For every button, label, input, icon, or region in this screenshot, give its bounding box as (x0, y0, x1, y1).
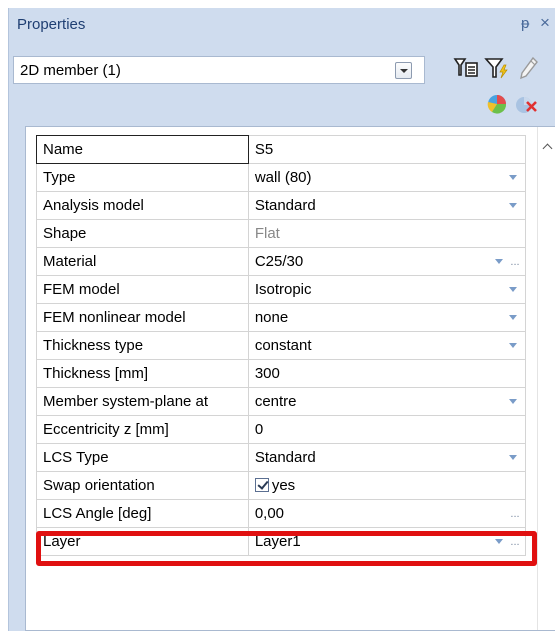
property-row-thickness[interactable]: Thickness [mm] 300 (36, 359, 527, 388)
property-row-lcs-type[interactable]: LCS Type Standard (36, 443, 527, 472)
dropdown-arrow-icon[interactable] (395, 62, 412, 79)
checkbox[interactable] (254, 478, 269, 492)
property-value[interactable]: Isotropic (247, 275, 527, 304)
property-row-name[interactable]: Name S5 (36, 135, 527, 164)
filter-lightning-icon[interactable] (483, 54, 511, 82)
checkbox-label: yes (271, 477, 296, 494)
property-value: Flat (247, 219, 527, 248)
property-value[interactable]: Standard (247, 443, 527, 472)
property-value[interactable]: 0 (247, 415, 527, 444)
pin-icon[interactable]: ᵽ (521, 15, 529, 32)
property-label: FEM nonlinear model (36, 303, 249, 332)
properties-panel: Properties ᵽ × 2D member (1) Name S5 Typ… (8, 8, 555, 631)
property-row-member-system-plane[interactable]: Member system-plane at centre (36, 387, 527, 416)
panel-titlebar: Properties ᵽ × (9, 8, 555, 44)
property-grid: Name S5 Type wall (80) Analysis model St… (25, 126, 555, 631)
property-label: Swap orientation (36, 471, 249, 500)
vertical-scrollbar[interactable] (537, 127, 555, 630)
property-value[interactable]: centre (247, 387, 527, 416)
property-value[interactable]: wall (80) (247, 163, 527, 192)
close-icon[interactable]: × (540, 13, 550, 33)
dropdown-arrow-icon[interactable] (509, 343, 517, 348)
property-value[interactable]: yes (247, 471, 527, 500)
property-row-swap-orientation[interactable]: Swap orientation yes (36, 471, 527, 500)
property-label: Thickness type (36, 331, 249, 360)
property-row-thickness-type[interactable]: Thickness type constant (36, 331, 527, 360)
property-label: Name (36, 135, 249, 164)
dropdown-arrow-icon[interactable] (509, 399, 517, 404)
dropdown-arrow-icon[interactable] (495, 259, 503, 264)
property-row-fem-model[interactable]: FEM model Isotropic (36, 275, 527, 304)
property-label: FEM model (36, 275, 249, 304)
property-label: Type (36, 163, 249, 192)
property-label: LCS Type (36, 443, 249, 472)
property-value[interactable]: constant (247, 331, 527, 360)
dropdown-arrow-icon[interactable] (509, 203, 517, 208)
property-row-type[interactable]: Type wall (80) (36, 163, 527, 192)
panel-title: Properties (17, 16, 86, 33)
property-label: Thickness [mm] (36, 359, 249, 388)
property-value[interactable]: none (247, 303, 527, 332)
remove-chart-icon[interactable] (512, 90, 540, 118)
property-label: Shape (36, 219, 249, 248)
ellipsis-button[interactable]: ... (508, 257, 522, 271)
property-row-fem-nonlinear-model[interactable]: FEM nonlinear model none (36, 303, 527, 332)
chevron-up-icon[interactable] (543, 143, 553, 153)
property-value[interactable]: 300 (247, 359, 527, 388)
selection-dropdown[interactable]: 2D member (1) (13, 56, 425, 84)
select-filter-icon[interactable] (452, 54, 480, 82)
property-label: LCS Angle [deg] (36, 499, 249, 528)
property-row-analysis-model[interactable]: Analysis model Standard (36, 191, 527, 220)
pie-chart-icon[interactable] (483, 90, 511, 118)
dropdown-arrow-icon[interactable] (509, 175, 517, 180)
property-value[interactable]: C25/30... (247, 247, 527, 276)
ellipsis-button[interactable]: ... (508, 509, 522, 523)
dropdown-arrow-icon[interactable] (509, 287, 517, 292)
property-row-shape: Shape Flat (36, 219, 527, 248)
property-label: Analysis model (36, 191, 249, 220)
selection-value: 2D member (1) (20, 62, 121, 79)
property-value[interactable]: S5 (247, 135, 527, 164)
property-row-lcs-angle[interactable]: LCS Angle [deg] 0,00... (36, 499, 527, 528)
dropdown-arrow-icon[interactable] (509, 315, 517, 320)
property-value[interactable]: 0,00... (247, 499, 527, 528)
property-value[interactable]: Standard (247, 191, 527, 220)
property-label: Member system-plane at (36, 387, 249, 416)
property-row-material[interactable]: Material C25/30... (36, 247, 527, 276)
dropdown-arrow-icon[interactable] (509, 455, 517, 460)
property-table: Name S5 Type wall (80) Analysis model St… (36, 135, 527, 556)
highlight-box (36, 531, 537, 566)
pencil-icon[interactable] (514, 54, 542, 82)
property-row-eccentricity[interactable]: Eccentricity z [mm] 0 (36, 415, 527, 444)
property-label: Eccentricity z [mm] (36, 415, 249, 444)
property-label: Material (36, 247, 249, 276)
